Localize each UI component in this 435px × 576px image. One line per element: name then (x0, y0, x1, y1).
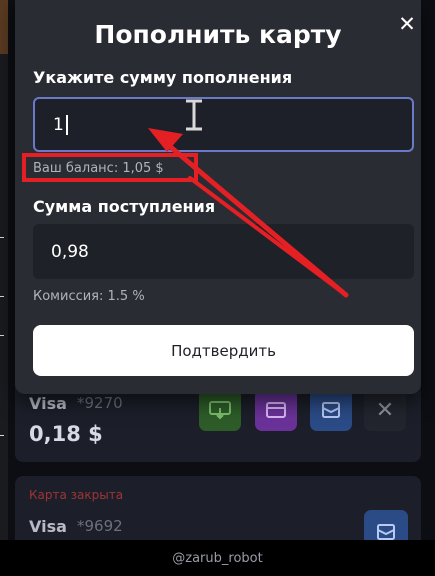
annotation-arrow-icon (148, 128, 349, 298)
